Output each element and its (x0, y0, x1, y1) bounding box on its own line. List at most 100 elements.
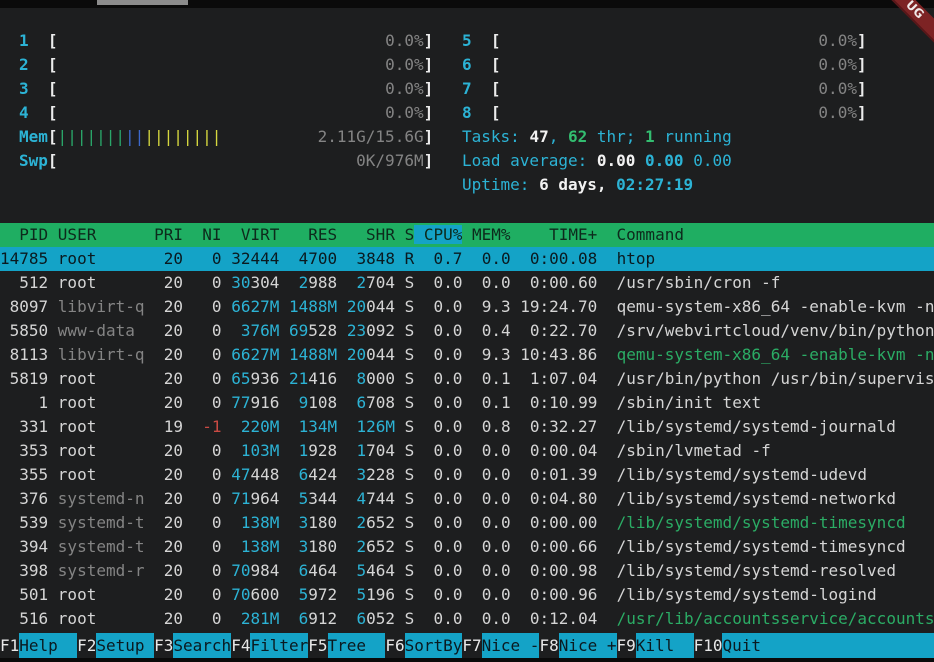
meter-open-bracket: [ (48, 103, 58, 122)
mem-value: 928 (308, 441, 337, 460)
fn-action-filter[interactable]: Filter (250, 633, 308, 658)
ni-cell: 0 (193, 321, 232, 340)
process-row[interactable]: 5850 www-data 20 0 376M 69528 23092 S 0.… (0, 319, 934, 343)
process-row[interactable]: 1 root 20 0 77916 9108 6708 S 0.0 0.1 0:… (0, 391, 934, 415)
process-row[interactable]: 8097 libvirt-q 20 0 6627M 1488M 20044 S … (0, 295, 934, 319)
mem-value: 044 (366, 297, 395, 316)
mem-meter-value: 2.11G/15.6G (318, 125, 424, 149)
time-cell: 19:24.70 (520, 297, 616, 316)
fn-action-kill[interactable]: Kill (636, 633, 694, 658)
fn-action-nice-[interactable]: Nice - (482, 633, 540, 658)
column-header-s[interactable]: S (405, 225, 415, 244)
load-1min: 0.00 (597, 151, 645, 170)
fn-key-f2[interactable]: F2 (77, 633, 96, 658)
mem-value: 448 (250, 465, 279, 484)
pid-cell: 355 (0, 465, 58, 484)
meter-2: 2 [0.0%] (19, 53, 433, 77)
fn-action-tree[interactable]: Tree (328, 633, 386, 658)
fn-action-setup[interactable]: Setup (96, 633, 154, 658)
user-cell: libvirt-q (58, 345, 154, 364)
pri-cell: 20 (154, 321, 193, 340)
meter-open-bracket: [ (48, 127, 58, 146)
fn-action-sortby[interactable]: SortBy (405, 633, 463, 658)
meter-close-bracket: ] (857, 55, 867, 74)
mem-value: 196 (366, 585, 395, 604)
process-row[interactable]: 398 systemd-r 20 0 70984 6464 5464 S 0.0… (0, 559, 934, 583)
fn-key-f3[interactable]: F3 (154, 633, 173, 658)
state-cell: S (405, 273, 424, 292)
pid-cell: 512 (0, 273, 58, 292)
column-header-mem[interactable]: MEM% (462, 225, 510, 244)
user-cell: root (58, 465, 154, 484)
uptime-line: Uptime: 6 days, 02:27:19 (462, 173, 867, 197)
fn-action-nice-[interactable]: Nice + (559, 633, 617, 658)
time-cell: 0:01.39 (520, 465, 616, 484)
fn-action-quit[interactable]: Quit (722, 633, 780, 658)
user-cell: systemd-n (58, 489, 154, 508)
column-header-shr[interactable]: SHR (347, 225, 405, 244)
time-cell: 0:00.66 (520, 537, 616, 556)
fn-key-f8[interactable]: F8 (539, 633, 558, 658)
mem-value-highlight: 47 (231, 465, 250, 484)
user-cell: systemd-t (58, 537, 154, 556)
column-header-cpu[interactable]: CPU% (414, 225, 462, 244)
mem-value: 344 (308, 489, 337, 508)
column-header-command[interactable]: Command (597, 225, 684, 244)
fn-key-f9[interactable]: F9 (617, 633, 636, 658)
mem-value: 108 (308, 393, 337, 412)
column-header-user[interactable]: USER (58, 225, 154, 244)
meter-label: 7 (462, 79, 491, 98)
state-cell: S (405, 537, 424, 556)
mem-value: 4700 (299, 249, 338, 268)
column-header-pri[interactable]: PRI (154, 225, 193, 244)
process-row[interactable]: 353 root 20 0 103M 1928 1704 S 0.0 0.0 0… (0, 439, 934, 463)
mem-value: 228 (366, 465, 395, 484)
mem-value: 052 (366, 609, 395, 628)
fn-action-search[interactable]: Search (173, 633, 231, 658)
process-row[interactable]: 376 systemd-n 20 0 71964 5344 4744 S 0.0… (0, 487, 934, 511)
process-row-selected[interactable]: 14785 root 20 0 32444 4700 3848 R 0.7 0.… (0, 247, 934, 271)
mem-bar-yellow: | (144, 127, 154, 146)
process-row[interactable]: 355 root 20 0 47448 6424 3228 S 0.0 0.0 … (0, 463, 934, 487)
pri-cell: 19 (154, 417, 193, 436)
user-cell: www-data (58, 321, 154, 340)
meter-label: 3 (19, 79, 48, 98)
meter-label: Mem (19, 127, 48, 146)
command-cell: /usr/bin/python /usr/bin/superviso (617, 369, 934, 388)
user-cell: systemd-t (58, 513, 154, 532)
process-row[interactable]: 516 root 20 0 281M 6912 6052 S 0.0 0.0 0… (0, 607, 934, 631)
column-header-pid[interactable]: PID (0, 225, 58, 244)
column-header-virt[interactable]: VIRT (231, 225, 289, 244)
process-row[interactable]: 512 root 20 0 30304 2988 2704 S 0.0 0.0 … (0, 271, 934, 295)
process-row[interactable]: 331 root 19 -1 220M 134M 126M S 0.0 0.8 … (0, 415, 934, 439)
mem-value: 704 (366, 441, 395, 460)
mem-value-highlight: 6 (299, 465, 309, 484)
cpu-cell: 0.0 (424, 393, 472, 412)
time-cell: 0:22.70 (520, 321, 616, 340)
ni-cell: 0 (193, 369, 232, 388)
uptime-days: 6 days, (539, 175, 616, 194)
meter-open-bracket: [ (48, 31, 58, 50)
fn-key-f5[interactable]: F5 (308, 633, 327, 658)
fn-key-f7[interactable]: F7 (462, 633, 481, 658)
fn-key-f1[interactable]: F1 (0, 633, 19, 658)
process-row[interactable]: 8113 libvirt-q 20 0 6627M 1488M 20044 S … (0, 343, 934, 367)
command-cell: /lib/systemd/systemd-udevd (617, 465, 867, 484)
process-row[interactable]: 5819 root 20 0 65936 21416 8000 S 0.0 0.… (0, 367, 934, 391)
process-row[interactable]: 539 systemd-t 20 0 138M 3180 2652 S 0.0 … (0, 511, 934, 535)
fn-key-f6[interactable]: F6 (385, 633, 404, 658)
column-header-res[interactable]: RES (289, 225, 347, 244)
column-header-ni[interactable]: NI (193, 225, 232, 244)
fn-action-help[interactable]: Help (19, 633, 77, 658)
function-key-bar: F1Help F2Setup F3SearchF4FilterF5Tree F6… (0, 633, 934, 658)
fn-key-f4[interactable]: F4 (231, 633, 250, 658)
mem-value: 704 (366, 273, 395, 292)
meter-8: 8 [0.0%] (462, 101, 867, 125)
process-table-header[interactable]: PID USER PRI NI VIRT RES SHR S CPU% MEM%… (0, 223, 934, 247)
fn-key-f10[interactable]: F10 (694, 633, 723, 658)
mem-cell: 0.0 (472, 513, 520, 532)
column-header-time[interactable]: TIME+ (511, 225, 598, 244)
process-row[interactable]: 501 root 20 0 70600 5972 5196 S 0.0 0.0 … (0, 583, 934, 607)
meter-close-bracket: ] (857, 31, 867, 50)
process-row[interactable]: 394 systemd-t 20 0 138M 3180 2652 S 0.0 … (0, 535, 934, 559)
